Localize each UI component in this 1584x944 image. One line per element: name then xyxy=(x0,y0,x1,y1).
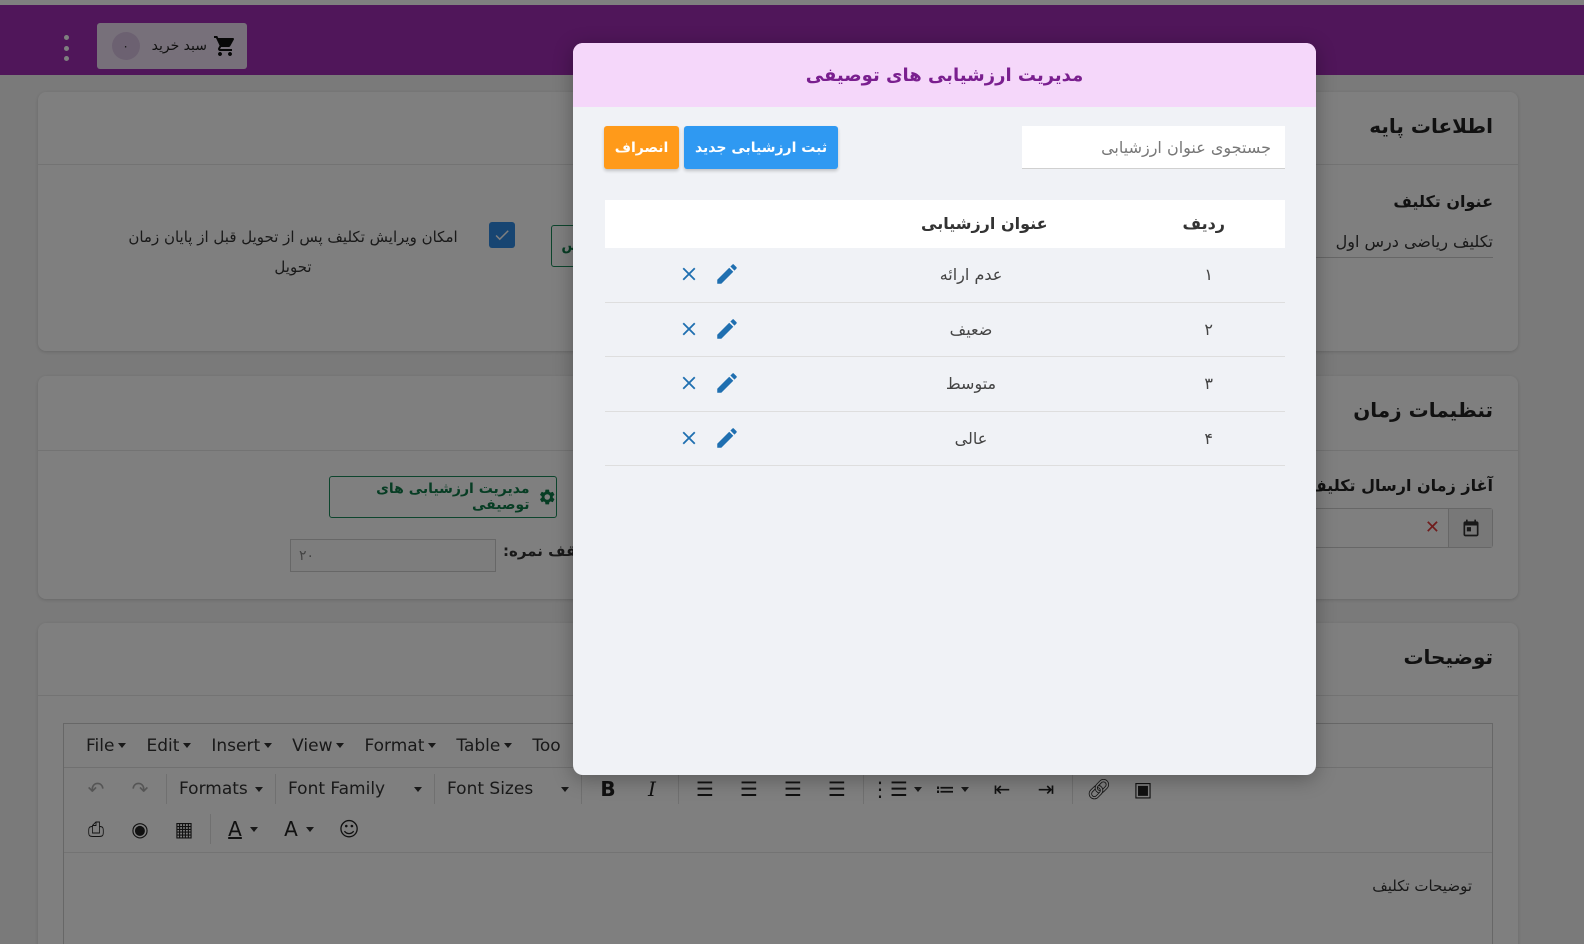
delete-icon[interactable] xyxy=(675,424,703,452)
cancel-button[interactable]: انصراف xyxy=(604,126,679,169)
table-header: ردیف عنوان ارزشیابی xyxy=(605,200,1285,248)
row-number: ۱ xyxy=(1204,265,1213,284)
table-row: ۳ متوسط xyxy=(605,357,1285,412)
evaluations-table: ردیف عنوان ارزشیابی ۱ عدم ارائه ۲ ضعیف ۳… xyxy=(605,200,1285,466)
column-header-title: عنوان ارزشیابی xyxy=(921,214,1048,233)
row-actions xyxy=(675,315,741,343)
search-input[interactable] xyxy=(1022,126,1285,169)
row-actions xyxy=(675,369,741,397)
delete-icon[interactable] xyxy=(675,369,703,397)
row-number: ۴ xyxy=(1204,428,1213,448)
modal-title: مدیریت ارزشیابی های توصیفی xyxy=(805,64,1084,86)
table-row: ۱ عدم ارائه xyxy=(605,248,1285,303)
table-row: ۲ ضعیف xyxy=(605,303,1285,357)
row-number: ۳ xyxy=(1204,374,1213,393)
row-number: ۲ xyxy=(1204,319,1213,339)
edit-icon[interactable] xyxy=(713,260,741,288)
evaluations-modal: مدیریت ارزشیابی های توصیفی ثبت ارزشیابی … xyxy=(573,43,1316,775)
new-evaluation-button[interactable]: ثبت ارزشیابی جدید xyxy=(684,126,838,169)
edit-icon[interactable] xyxy=(713,315,741,343)
row-title: متوسط xyxy=(945,374,997,393)
row-title: ضعیف xyxy=(949,319,993,339)
row-title: عدم ارائه xyxy=(939,265,1003,284)
edit-icon[interactable] xyxy=(713,424,741,452)
delete-icon[interactable] xyxy=(675,260,703,288)
row-actions xyxy=(675,260,741,288)
modal-header: مدیریت ارزشیابی های توصیفی xyxy=(573,43,1316,107)
table-row: ۴ عالی xyxy=(605,412,1285,466)
row-title: عالی xyxy=(954,428,988,448)
row-actions xyxy=(675,424,741,452)
delete-icon[interactable] xyxy=(675,315,703,343)
edit-icon[interactable] xyxy=(713,369,741,397)
column-header-row: ردیف xyxy=(1182,214,1225,233)
